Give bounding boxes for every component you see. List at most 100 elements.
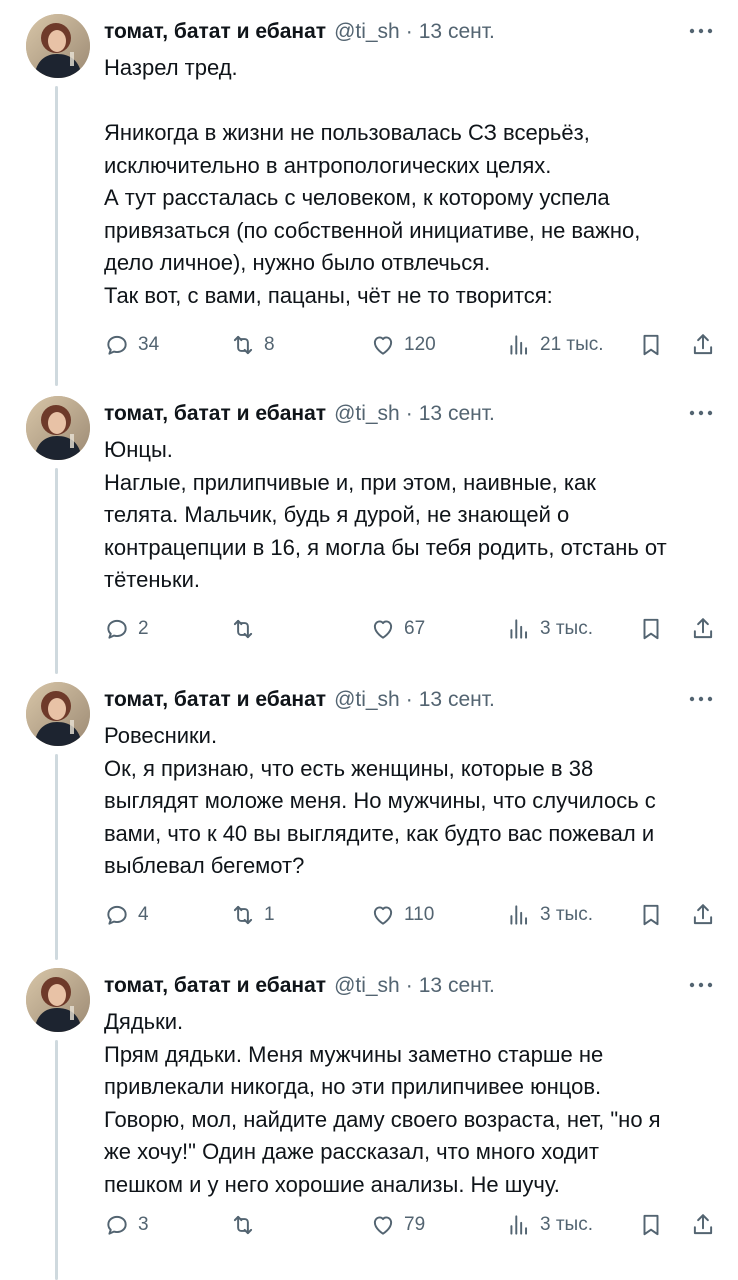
share-button[interactable] [690, 614, 716, 644]
share-icon [690, 1212, 716, 1238]
tweet-actions: 3 79 3 тыс. [104, 1210, 724, 1240]
bookmark-button[interactable] [638, 330, 664, 360]
author-handle[interactable]: @ti_sh [334, 688, 400, 712]
author-handle[interactable]: @ti_sh [334, 974, 400, 998]
reply-count: 3 [138, 1214, 149, 1235]
views-button[interactable]: 3 тыс. [506, 614, 593, 644]
views-button[interactable]: 21 тыс. [506, 330, 604, 360]
share-icon [690, 332, 716, 358]
more-icon[interactable] [686, 402, 716, 424]
views-icon [506, 616, 532, 642]
author-name[interactable]: томат, батат и ебанат [104, 974, 326, 998]
author-name[interactable]: томат, батат и ебанат [104, 402, 326, 426]
views-icon [506, 902, 532, 928]
share-button[interactable] [690, 900, 716, 930]
retweet-icon [230, 616, 256, 642]
retweet-button[interactable]: 8 [230, 330, 275, 360]
bookmark-button[interactable] [638, 1210, 664, 1240]
reply-icon [104, 1212, 130, 1238]
bookmark-icon [638, 1212, 664, 1238]
thread-line [55, 468, 58, 674]
tweet-actions: 4 1 110 3 тыс. [104, 900, 724, 930]
like-button[interactable]: 79 [370, 1210, 425, 1240]
like-icon [370, 902, 396, 928]
reply-icon [104, 332, 130, 358]
more-icon[interactable] [686, 688, 716, 710]
like-button[interactable]: 110 [370, 900, 434, 930]
share-button[interactable] [690, 1210, 716, 1240]
author-name[interactable]: томат, батат и ебанат [104, 20, 326, 44]
tweet-header: томат, батат и ебанат @ti_sh · 13 сент. [104, 686, 495, 714]
views-button[interactable]: 3 тыс. [506, 900, 593, 930]
bookmark-button[interactable] [638, 900, 664, 930]
reply-count: 2 [138, 618, 149, 639]
reply-button[interactable]: 3 [104, 1210, 149, 1240]
tweet-date[interactable]: 13 сент. [419, 20, 495, 44]
author-name[interactable]: томат, батат и ебанат [104, 688, 326, 712]
reply-icon [104, 902, 130, 928]
like-icon [370, 1212, 396, 1238]
tweet-header: томат, батат и ебанат @ti_sh · 13 сент. [104, 972, 495, 1000]
views-button[interactable]: 3 тыс. [506, 1210, 593, 1240]
avatar[interactable] [26, 396, 90, 460]
bookmark-icon [638, 902, 664, 928]
tweet-actions: 34 8 120 21 тыс. [104, 330, 724, 360]
retweet-icon [230, 1212, 256, 1238]
tweet-text: Ровесники. Ок, я признаю, что есть женщи… [104, 723, 656, 878]
bookmark-icon [638, 332, 664, 358]
thread-line [55, 86, 58, 386]
like-count: 67 [404, 618, 426, 639]
views-icon [506, 1212, 532, 1238]
reply-icon [104, 616, 130, 642]
tweet-date[interactable]: 13 сент. [419, 402, 495, 426]
reply-button[interactable]: 4 [104, 900, 149, 930]
avatar[interactable] [26, 682, 90, 746]
reply-button[interactable]: 2 [104, 614, 149, 644]
views-count: 3 тыс. [540, 904, 593, 925]
retweet-icon [230, 902, 256, 928]
retweet-count: 8 [264, 334, 275, 355]
tweet-text: Дядьки. Прям дядьки. Меня мужчины заметн… [104, 1009, 661, 1197]
like-count: 110 [404, 904, 435, 925]
like-button[interactable]: 67 [370, 614, 425, 644]
bookmark-button[interactable] [638, 614, 664, 644]
share-icon [690, 616, 716, 642]
reply-count: 4 [138, 904, 149, 925]
retweet-button[interactable]: 1 [230, 900, 275, 930]
retweet-icon [230, 332, 256, 358]
tweet-date[interactable]: 13 сент. [419, 974, 495, 998]
views-count: 3 тыс. [540, 618, 593, 639]
like-icon [370, 616, 396, 642]
share-button[interactable] [690, 330, 716, 360]
avatar[interactable] [26, 968, 90, 1032]
bookmark-icon [638, 616, 664, 642]
tweet-text: Юнцы. Наглые, прилипчивые и, при этом, н… [104, 437, 667, 592]
separator: · [405, 688, 413, 711]
like-button[interactable]: 120 [370, 330, 436, 360]
tweet-text: Назрел тред. Яникогда в жизни не пользов… [104, 55, 641, 308]
like-count: 120 [404, 334, 436, 355]
author-handle[interactable]: @ti_sh [334, 402, 400, 426]
author-handle[interactable]: @ti_sh [334, 20, 400, 44]
reply-button[interactable]: 34 [104, 330, 159, 360]
like-count: 79 [404, 1214, 426, 1235]
separator: · [405, 402, 413, 425]
tweet-header: томат, батат и ебанат @ti_sh · 13 сент. [104, 400, 495, 428]
avatar[interactable] [26, 14, 90, 78]
tweet-actions: 2 67 3 тыс. [104, 614, 724, 644]
tweet-date[interactable]: 13 сент. [419, 688, 495, 712]
more-icon[interactable] [686, 974, 716, 996]
views-count: 21 тыс. [540, 334, 604, 355]
share-icon [690, 902, 716, 928]
reply-count: 34 [138, 334, 160, 355]
retweet-button[interactable] [230, 614, 256, 644]
retweet-button[interactable] [230, 1210, 256, 1240]
separator: · [405, 974, 413, 997]
tweet-header: томат, батат и ебанат @ti_sh · 13 сент. [104, 18, 495, 46]
thread-line [55, 754, 58, 960]
more-icon[interactable] [686, 20, 716, 42]
views-count: 3 тыс. [540, 1214, 593, 1235]
thread-line [55, 1040, 58, 1280]
retweet-count: 1 [264, 904, 275, 925]
like-icon [370, 332, 396, 358]
